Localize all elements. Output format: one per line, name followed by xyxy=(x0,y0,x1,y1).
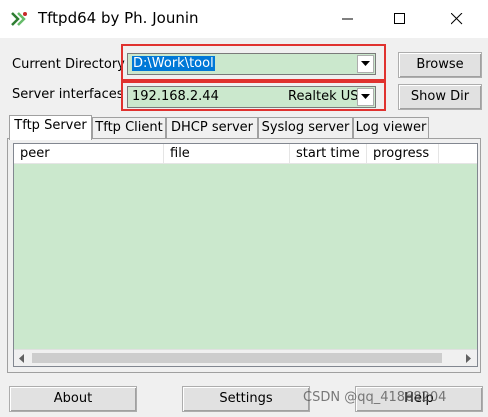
horizontal-scrollbar[interactable] xyxy=(14,349,477,366)
table-header: peer file start time progress xyxy=(14,144,477,164)
settings-label: Settings xyxy=(219,391,273,406)
dropdown-arrow-button[interactable] xyxy=(357,88,374,106)
scrollbar-thumb[interactable] xyxy=(32,353,442,363)
interface-ip: 192.168.2.44 xyxy=(132,89,219,104)
transfer-list[interactable]: peer file start time progress xyxy=(13,143,478,367)
show-dir-button[interactable]: Show Dir xyxy=(398,84,482,110)
current-directory-combobox[interactable]: D:\Work\tool xyxy=(127,53,376,75)
server-interfaces-combobox[interactable]: 192.168.2.44 Realtek US xyxy=(127,86,376,108)
minimize-button[interactable] xyxy=(325,0,371,38)
current-directory-value: D:\Work\tool xyxy=(132,56,215,71)
scroll-left-icon[interactable] xyxy=(19,354,25,363)
column-header-peer[interactable]: peer xyxy=(14,144,164,164)
column-header-progress[interactable]: progress xyxy=(367,144,439,164)
tab-tftp-client[interactable]: Tftp Client xyxy=(92,117,166,139)
about-label: About xyxy=(53,391,93,406)
scroll-right-icon[interactable] xyxy=(465,354,471,363)
column-header-file[interactable]: file xyxy=(164,144,290,164)
interface-adapter: Realtek US xyxy=(288,89,359,104)
tab-tftp-server[interactable]: Tftp Server xyxy=(9,115,92,140)
tab-syslog-server[interactable]: Syslog server xyxy=(258,117,353,139)
chevron-down-icon xyxy=(361,61,370,66)
minimize-icon xyxy=(342,18,353,20)
browse-button[interactable]: Browse xyxy=(398,52,482,78)
window-title: Tftpd64 by Ph. Jounin xyxy=(38,9,199,27)
settings-button[interactable]: Settings xyxy=(182,386,310,412)
browse-label: Browse xyxy=(416,57,464,72)
about-button[interactable]: About xyxy=(9,386,137,412)
dropdown-arrow-button[interactable] xyxy=(357,55,374,73)
current-directory-label: Current Directory xyxy=(12,57,125,72)
watermark: CSDN @qq_41868204 xyxy=(303,390,447,405)
close-icon xyxy=(451,13,463,25)
server-interfaces-label: Server interfaces xyxy=(12,87,124,102)
close-button[interactable] xyxy=(434,0,480,38)
show-dir-label: Show Dir xyxy=(410,89,470,104)
app-icon xyxy=(10,10,28,28)
column-header-start-time[interactable]: start time xyxy=(290,144,367,164)
maximize-button[interactable] xyxy=(377,0,423,38)
tab-dhcp-server[interactable]: DHCP server xyxy=(166,117,258,139)
chevron-down-icon xyxy=(361,94,370,99)
title-bar: Tftpd64 by Ph. Jounin xyxy=(0,0,488,38)
maximize-icon xyxy=(394,13,405,24)
tftp-server-panel: peer file start time progress xyxy=(7,138,481,373)
tab-log-viewer[interactable]: Log viewer xyxy=(353,117,429,139)
